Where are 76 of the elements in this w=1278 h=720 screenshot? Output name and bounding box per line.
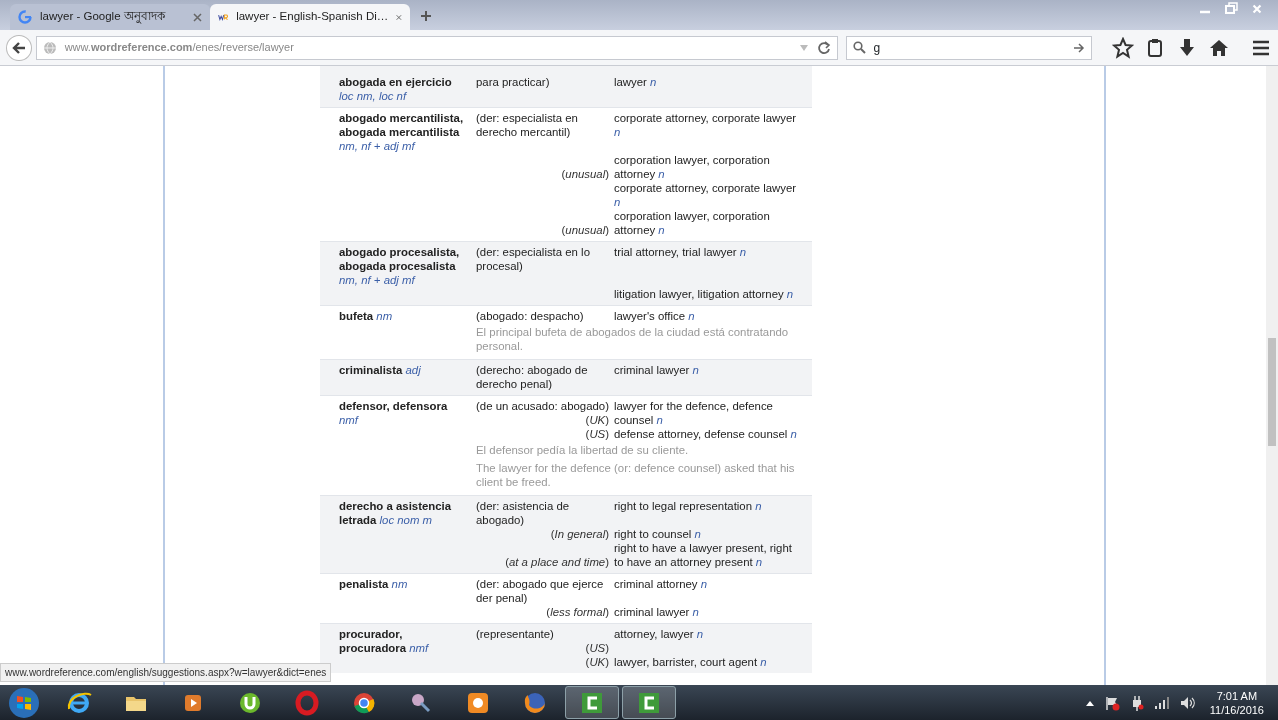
site-logo-icon [218, 11, 229, 23]
usage-label: (US) [585, 641, 610, 655]
example-sentence: El principal bufeta de abogados de la ciudad está contratando personal. [475, 325, 790, 354]
headword: defensor, defensora nmf [339, 399, 449, 427]
reload-icon[interactable] [816, 40, 831, 55]
sense-note: (representante) [476, 627, 555, 641]
translation: lawyer's office n [614, 309, 696, 323]
search-field[interactable]: g [845, 35, 1092, 60]
status-url: www.wordreference.com/english/suggestions.aspx?w=lawyer&dict=enes [0, 663, 332, 682]
sense-note: (der: especialista en lo procesal) [476, 245, 591, 273]
google-icon [18, 10, 32, 24]
volume-icon[interactable] [1179, 695, 1196, 710]
url-text: www.wordreference.com/enes/reverse/lawyer [64, 40, 295, 56]
globe-icon [42, 40, 57, 55]
usage-label: (UK) [585, 413, 610, 427]
star-icon[interactable] [1112, 36, 1134, 59]
sense-note: (der: especialista en derecho mercantil) [476, 111, 579, 139]
headword: penalista nm [339, 577, 409, 591]
back-button[interactable] [6, 34, 32, 61]
translation: corporate attorney, corporate lawyer n [614, 181, 798, 209]
back-arrow-icon [11, 41, 26, 54]
sense-note: para practicar) [476, 75, 551, 89]
translation: litigation lawyer, litigation attorney n [614, 287, 795, 301]
example-sentence: The lawyer for the defence (or: defence counsel) asked that his client be freed. [475, 461, 796, 490]
search-value: g [873, 39, 882, 57]
opera-icon [293, 688, 321, 717]
usage-label: (UK) [585, 655, 610, 669]
signal-icon[interactable] [1153, 695, 1170, 710]
headword: criminalista adj [339, 363, 422, 377]
translation: lawyer, barrister, court agent n [614, 655, 768, 669]
usage-label: (less formal) [546, 605, 610, 619]
sense-note: (abogado: despacho) [476, 309, 585, 323]
close-icon[interactable] [193, 12, 202, 22]
headword: derecho a asistencia letrada loc nom m [339, 499, 453, 527]
browser-tab[interactable]: lawyer - English-Spanish Di… [210, 4, 410, 30]
usage-label: (unusual) [561, 167, 610, 181]
translation: corporation lawyer, corporation attorney n [614, 153, 771, 181]
headword: procurador, procuradora nmf [339, 627, 430, 655]
headword: abogado procesalista, abogada procesalista nm, nf + adj mf [339, 245, 461, 287]
scrollbar[interactable] [1266, 66, 1278, 685]
sense-note: (der: asistencia de abogado) [476, 499, 571, 527]
usage-label: (US) [585, 427, 610, 441]
translation: corporate attorney, corporate lawyer n [614, 111, 798, 139]
sense-note: (der: abogado que ejerce der penal) [476, 577, 605, 605]
translation: trial attorney, trial lawyer n [614, 245, 748, 259]
address-bar[interactable]: www.wordreference.com/enes/reverse/lawyer [35, 35, 838, 60]
translation: right to have a lawyer present, right to have an attorney present n [614, 541, 793, 569]
translation: lawyer n [614, 75, 658, 89]
taskbar-button[interactable] [622, 686, 676, 719]
system-clock[interactable]: 7:01 AM 11/16/2016 [1195, 688, 1278, 717]
translation: attorney, lawyer n [614, 627, 705, 641]
headword: abogado mercantilista, abogada mercantilista nm, nf + adj mf [339, 111, 465, 153]
translation: corporation lawyer, corporation attorney n [614, 209, 771, 237]
translation: criminal attorney n [614, 577, 709, 591]
example-sentence: El defensor pedía la libertad de su cliente. [475, 443, 690, 458]
taskbar-button[interactable] [565, 686, 619, 719]
translation: criminal lawyer n [614, 605, 700, 619]
translation: defense attorney, defense counsel n [614, 427, 798, 441]
flag-icon[interactable] [1103, 694, 1120, 711]
usage-label: (In general) [550, 527, 610, 541]
headword: bufeta nm [339, 309, 394, 323]
usage-label: (at a place and time) [505, 555, 610, 569]
scrollbar-thumb[interactable] [1268, 338, 1276, 446]
usage-label: (unusual) [561, 223, 610, 237]
search-icon [852, 41, 866, 54]
translation: right to legal representation n [614, 499, 763, 513]
translation: right to counsel n [614, 527, 702, 541]
go-arrow-icon[interactable] [1073, 42, 1085, 53]
browser-tab[interactable]: lawyer - Google অনুবাদক [10, 4, 210, 30]
translation: lawyer for the defence, defence counsel n [614, 399, 774, 427]
sense-note: (de un acusado: abogado) [476, 399, 610, 413]
sense-note: (derecho: abogado de derecho penal) [476, 363, 589, 391]
close-icon[interactable] [396, 12, 402, 22]
show-hidden-icons-icon[interactable] [1085, 699, 1094, 706]
translation: criminal lawyer n [614, 363, 700, 377]
headword: abogada en ejercicio loc nm, loc nf [339, 75, 453, 103]
